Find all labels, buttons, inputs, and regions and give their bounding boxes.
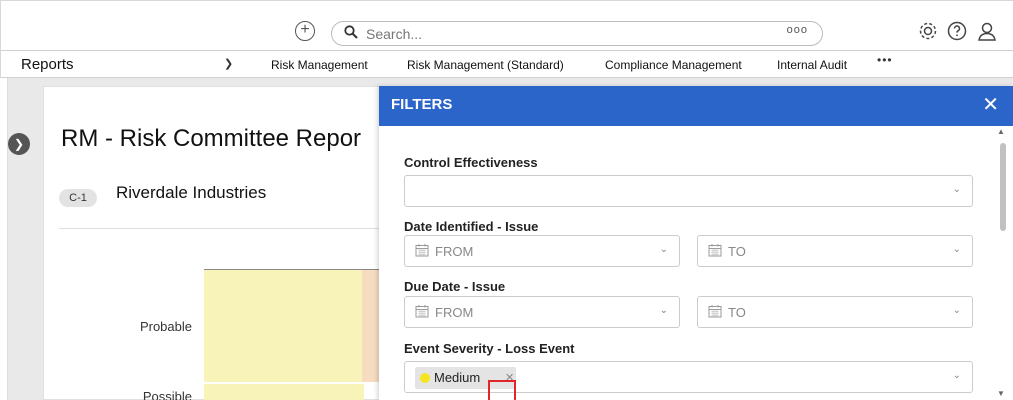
filters-panel: FILTERS ✕ Control Effectiveness ⌄ Date I… bbox=[379, 86, 1013, 400]
chevron-down-icon[interactable]: ❯ bbox=[224, 57, 233, 70]
search-placeholder: Search... bbox=[366, 26, 423, 42]
due-date-from-field[interactable]: FROM ⌄ bbox=[404, 296, 680, 328]
tab-compliance-management[interactable]: Compliance Management bbox=[605, 58, 742, 72]
date-identified-to-field[interactable]: TO ⌄ bbox=[697, 235, 973, 267]
gear-icon[interactable] bbox=[917, 20, 939, 42]
to-placeholder: TO bbox=[728, 305, 746, 320]
chevron-down-icon: ⌄ bbox=[952, 244, 961, 255]
search-input[interactable]: Search... ooo bbox=[331, 21, 823, 46]
from-placeholder: FROM bbox=[435, 305, 474, 320]
to-placeholder: TO bbox=[728, 244, 746, 259]
report-badge: C-1 bbox=[59, 189, 97, 207]
date-identified-label: Date Identified - Issue bbox=[404, 219, 539, 234]
event-severity-label: Event Severity - Loss Event bbox=[404, 341, 575, 356]
chevron-down-icon: ⌄ bbox=[952, 370, 961, 381]
nav-bar: Reports ❯ Risk Management Risk Managemen… bbox=[0, 50, 1013, 80]
reports-dropdown[interactable]: Reports bbox=[21, 56, 74, 73]
tab-risk-management[interactable]: Risk Management bbox=[261, 58, 378, 80]
side-rail bbox=[0, 78, 8, 400]
filters-header: FILTERS ✕ bbox=[379, 86, 1013, 126]
due-date-to-field[interactable]: TO ⌄ bbox=[697, 296, 973, 328]
chevron-down-icon: ⌄ bbox=[659, 244, 668, 255]
chip-label: Medium bbox=[434, 370, 481, 385]
filters-scrollbar[interactable]: ▲ ▼ bbox=[997, 127, 1009, 400]
calendar-icon bbox=[708, 304, 722, 318]
row-label-possible: Possible bbox=[142, 389, 192, 400]
heatmap-cell bbox=[204, 384, 364, 400]
calendar-icon bbox=[415, 243, 429, 257]
scroll-up-icon[interactable]: ▲ bbox=[997, 127, 1005, 136]
close-icon[interactable]: ✕ bbox=[982, 92, 999, 117]
date-identified-from-field[interactable]: FROM ⌄ bbox=[404, 235, 680, 267]
heatmap-cell bbox=[204, 270, 364, 382]
due-date-label: Due Date - Issue bbox=[404, 279, 506, 294]
control-effectiveness-select[interactable]: ⌄ bbox=[404, 175, 973, 207]
user-icon[interactable] bbox=[976, 20, 998, 42]
calendar-icon bbox=[415, 304, 429, 318]
add-icon[interactable]: + bbox=[295, 21, 315, 41]
highlight-box bbox=[488, 380, 516, 400]
severity-color-dot bbox=[420, 373, 430, 383]
more-tabs-icon[interactable]: ••• bbox=[877, 53, 893, 67]
scroll-thumb[interactable] bbox=[1000, 143, 1006, 231]
row-label-probable: Probable bbox=[139, 319, 192, 334]
search-icon bbox=[344, 25, 358, 42]
search-options-icon[interactable]: ooo bbox=[787, 24, 808, 36]
company-name: Riverdale Industries bbox=[116, 183, 267, 202]
top-bar: + Search... ooo bbox=[0, 0, 1013, 50]
help-icon[interactable] bbox=[946, 20, 968, 42]
tab-risk-management-standard[interactable]: Risk Management (Standard) bbox=[407, 58, 564, 72]
control-effectiveness-label: Control Effectiveness bbox=[404, 155, 538, 170]
report-title: RM - Risk Committee Repor bbox=[61, 125, 362, 152]
from-placeholder: FROM bbox=[435, 244, 474, 259]
chevron-down-icon: ⌄ bbox=[952, 184, 961, 195]
scroll-down-icon[interactable]: ▼ bbox=[997, 389, 1005, 398]
chevron-down-icon: ⌄ bbox=[659, 305, 668, 316]
chevron-down-icon: ⌄ bbox=[952, 305, 961, 316]
calendar-icon bbox=[708, 243, 722, 257]
expand-sidebar-icon[interactable]: ❯ bbox=[8, 133, 30, 155]
tab-internal-audit[interactable]: Internal Audit bbox=[777, 58, 847, 72]
filters-title: FILTERS bbox=[391, 96, 453, 113]
